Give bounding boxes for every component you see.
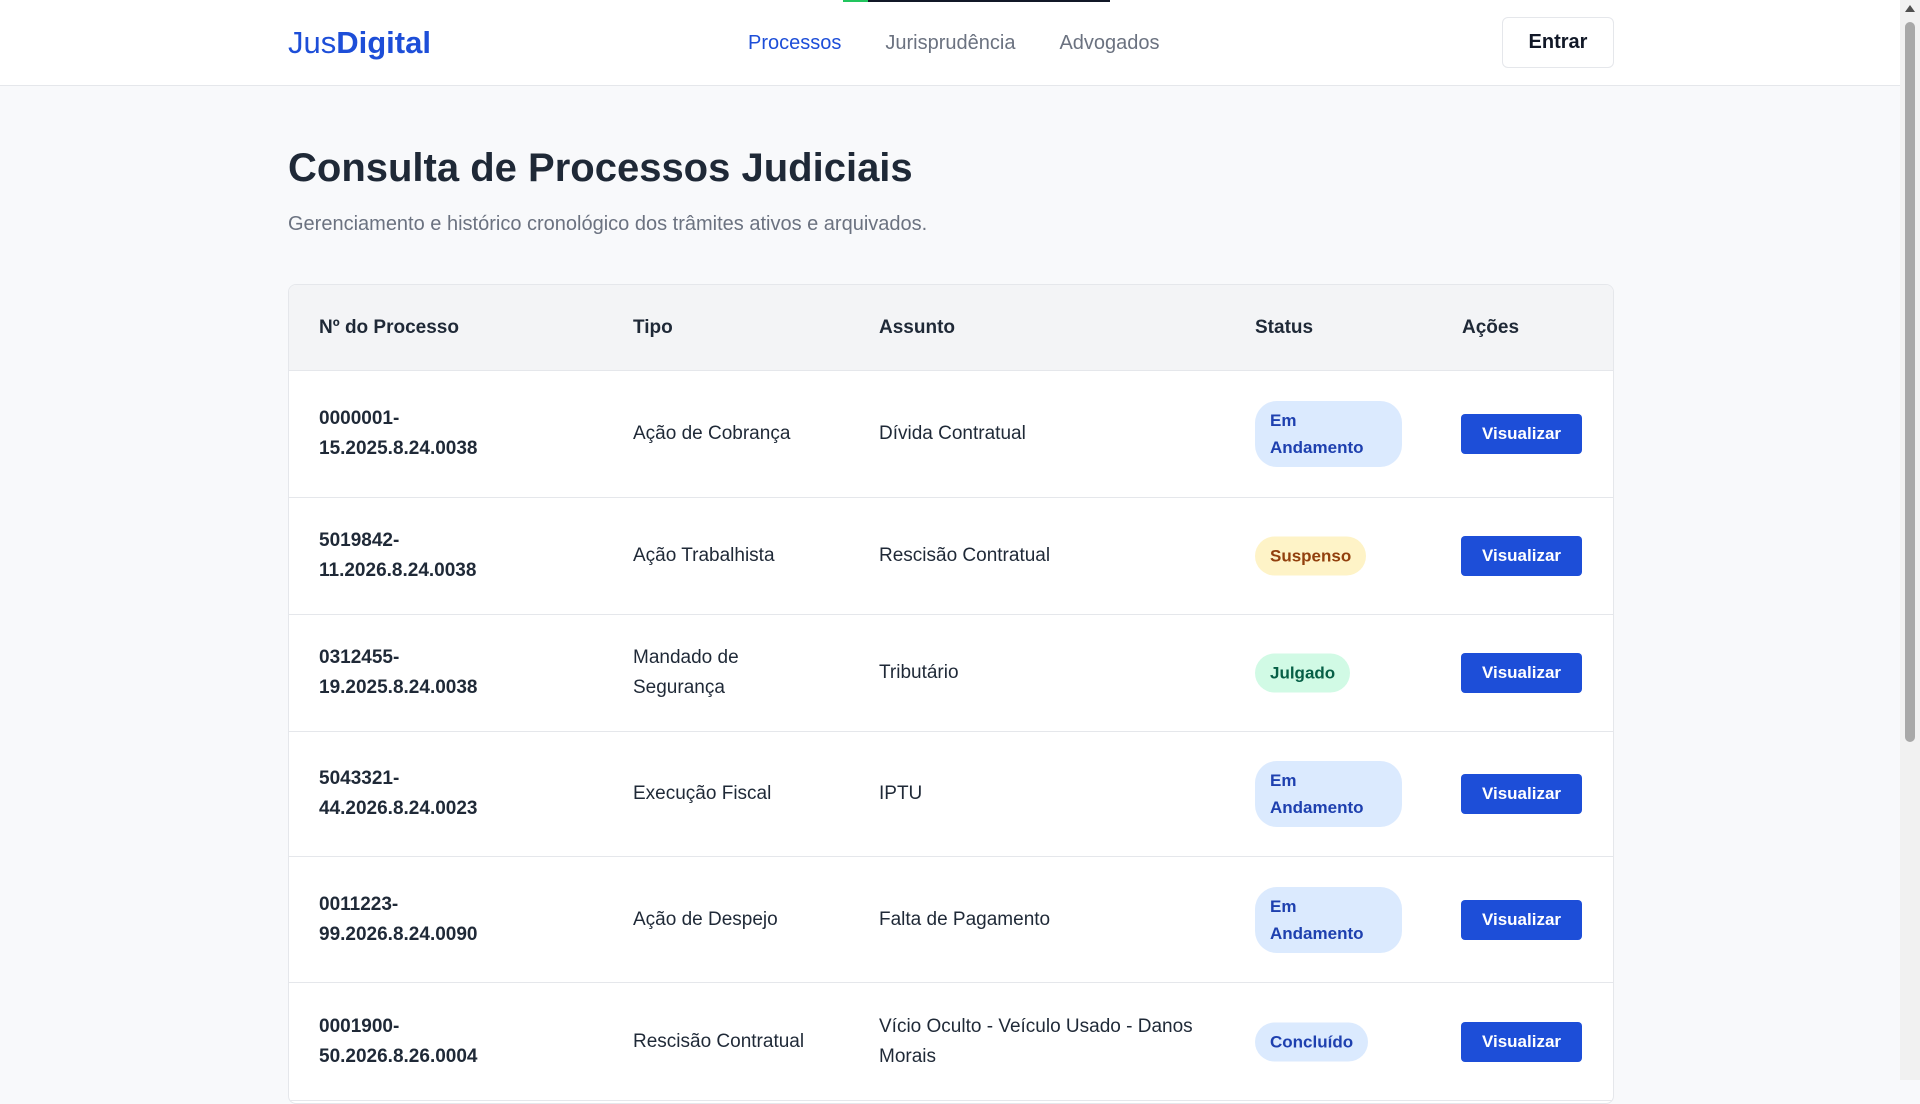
view-button[interactable]: Visualizar: [1461, 653, 1582, 693]
scrollbar-thumb[interactable]: [1905, 22, 1915, 742]
process-number: 5019842-11.2026.8.24.0038: [319, 530, 477, 581]
table-row: 5019842-11.2026.8.24.0038 Ação Trabalhis…: [289, 498, 1613, 615]
process-type: Execução Fiscal: [633, 783, 772, 804]
table-row: 0000001-15.2025.8.24.0038 Ação de Cobran…: [289, 371, 1613, 498]
nav-item-jurisprudencia[interactable]: Jurisprudência: [885, 31, 1015, 55]
status-badge: Em Andamento: [1255, 761, 1402, 827]
view-button[interactable]: Visualizar: [1461, 536, 1582, 576]
process-type: Ação de Cobrança: [633, 423, 791, 444]
process-type: Mandado de Segurança: [633, 647, 739, 698]
process-subject: Rescisão Contratual: [879, 545, 1051, 566]
table-row: 0312455-19.2025.8.24.0038 Mandado de Seg…: [289, 615, 1613, 732]
view-button[interactable]: Visualizar: [1461, 1021, 1582, 1062]
status-badge: Suspenso: [1255, 536, 1367, 576]
login-button[interactable]: Entrar: [1502, 17, 1614, 68]
column-header-assunto: Assunto: [879, 317, 955, 338]
process-subject: Dívida Contratual: [879, 423, 1026, 444]
nav-item-advogados[interactable]: Advogados: [1059, 31, 1159, 55]
main-navigation: Processos Jurisprudência Advogados: [748, 31, 1160, 55]
status-cell: Em Andamento: [1255, 761, 1402, 827]
top-progress-fill: [843, 0, 868, 2]
view-button[interactable]: Visualizar: [1461, 774, 1582, 814]
view-button[interactable]: Visualizar: [1461, 414, 1582, 454]
process-subject: IPTU: [879, 783, 923, 804]
status-badge: Julgado: [1255, 653, 1351, 693]
process-number: 0001900-50.2026.8.26.0004: [319, 1015, 478, 1067]
status-badge: Em Andamento: [1255, 886, 1402, 953]
vertical-scrollbar[interactable]: [1900, 0, 1920, 1080]
status-cell: Em Andamento: [1255, 401, 1402, 467]
column-header-numero: Nº do Processo: [319, 317, 459, 338]
status-cell: Concluído: [1255, 1022, 1369, 1061]
process-number: 0312455-19.2025.8.24.0038: [319, 647, 478, 698]
page-subtitle: Gerenciamento e histórico cronológico do…: [288, 213, 928, 235]
view-button[interactable]: Visualizar: [1461, 899, 1582, 940]
process-type: Rescisão Contratual: [633, 1030, 805, 1052]
status-cell: Julgado: [1255, 653, 1351, 693]
status-badge: Concluído: [1255, 1022, 1369, 1061]
process-number: 5043321-44.2026.8.24.0023: [319, 768, 478, 819]
page-title: Consulta de Processos Judiciais: [288, 146, 913, 190]
top-progress-line: [843, 0, 1110, 2]
processes-table: Nº do Processo Tipo Assunto Status Ações…: [288, 284, 1614, 1104]
process-type: Ação Trabalhista: [633, 545, 775, 566]
status-badge: Em Andamento: [1255, 401, 1402, 467]
logo-prefix: Jus: [288, 25, 337, 60]
column-header-tipo: Tipo: [633, 317, 673, 338]
logo-suffix: Digital: [336, 25, 431, 60]
table-row: 5043321-44.2026.8.24.0023 Execução Fisca…: [289, 732, 1613, 857]
top-navigation-bar: JusDigital Processos Jurisprudência Advo…: [0, 0, 1900, 86]
process-subject: Vício Oculto - Veículo Usado - Danos Mor…: [879, 1015, 1193, 1067]
status-cell: Suspenso: [1255, 536, 1367, 576]
process-number: 0000001-15.2025.8.24.0038: [319, 408, 478, 459]
table-row: 0011223-99.2026.8.24.0090 Ação de Despej…: [289, 857, 1613, 983]
process-type: Ação de Despejo: [633, 908, 778, 930]
table-row: 0001900-50.2026.8.26.0004 Rescisão Contr…: [289, 983, 1613, 1101]
column-header-acoes: Ações: [1462, 317, 1520, 338]
process-subject: Tributário: [879, 662, 959, 683]
process-number: 0011223-99.2026.8.24.0090: [319, 893, 478, 945]
scroll-up-arrow-icon[interactable]: [1905, 5, 1915, 12]
nav-item-processos[interactable]: Processos: [748, 31, 841, 55]
process-subject: Falta de Pagamento: [879, 908, 1051, 930]
brand-logo[interactable]: JusDigital: [288, 24, 431, 62]
column-header-status: Status: [1255, 317, 1314, 338]
table-header: Nº do Processo Tipo Assunto Status Ações: [289, 285, 1613, 371]
status-cell: Em Andamento: [1255, 886, 1402, 953]
